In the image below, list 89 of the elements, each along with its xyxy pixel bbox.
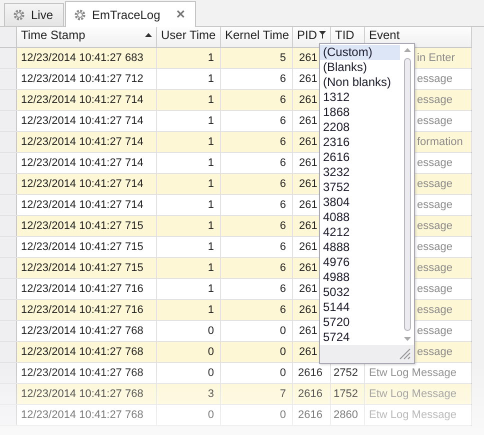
table-cell: 0 (157, 363, 221, 383)
table-cell: 12/23/2014 10:41:27 768 (17, 363, 157, 383)
table-cell: 1 (157, 279, 221, 299)
table-cell: 1 (157, 258, 221, 278)
row-indicator[interactable] (0, 237, 17, 257)
table-cell: 1 (157, 216, 221, 236)
table-cell: 12/23/2014 10:41:27 714 (17, 132, 157, 152)
table-cell: 12/23/2014 10:41:27 714 (17, 195, 157, 215)
gear-icon (13, 9, 25, 21)
table-cell: 12/23/2014 10:41:27 714 (17, 111, 157, 131)
table-cell: 1 (157, 48, 221, 68)
table-cell: 12/23/2014 10:41:27 768 (17, 342, 157, 362)
row-indicator[interactable] (0, 195, 17, 215)
resize-grip-icon[interactable] (399, 348, 411, 360)
row-indicator[interactable] (0, 153, 17, 173)
row-indicator[interactable] (0, 69, 17, 89)
tab[interactable]: Live (4, 3, 64, 26)
row-indicator[interactable] (0, 363, 17, 383)
table-cell: 12/23/2014 10:41:27 712 (17, 69, 157, 89)
table-cell: 3 (157, 384, 221, 404)
close-icon[interactable]: × (176, 6, 186, 23)
table-cell: 1 (157, 132, 221, 152)
table-cell: 0 (157, 405, 221, 425)
table-cell: Etw Log Message (365, 384, 472, 404)
table-cell: 12/23/2014 10:41:27 714 (17, 153, 157, 173)
table-cell: 12/23/2014 10:41:27 715 (17, 258, 157, 278)
table-cell: 6 (221, 258, 293, 278)
table-cell: Etw Log Message (365, 405, 472, 425)
table-cell: 12/23/2014 10:41:27 768 (17, 321, 157, 341)
table-cell: 1 (157, 111, 221, 131)
table-cell: 12/23/2014 10:41:27 683 (17, 48, 157, 68)
row-indicator[interactable] (0, 300, 17, 320)
table-cell: 6 (221, 90, 293, 110)
table-cell: 5 (221, 48, 293, 68)
table-cell: 12/23/2014 10:41:27 715 (17, 216, 157, 236)
table-cell: 1 (157, 195, 221, 215)
table-cell: 12/23/2014 10:41:27 714 (17, 90, 157, 110)
gear-icon (74, 8, 86, 20)
table-cell: 1 (157, 300, 221, 320)
row-indicator[interactable] (0, 90, 17, 110)
row-indicator[interactable] (0, 342, 17, 362)
table-cell: 12/23/2014 10:41:27 715 (17, 237, 157, 257)
table-cell: 6 (221, 132, 293, 152)
table-cell: 1 (157, 90, 221, 110)
table-cell: 0 (221, 342, 293, 362)
table-cell: 0 (157, 321, 221, 341)
row-indicator[interactable] (0, 216, 17, 236)
table-cell: 12/23/2014 10:41:27 768 (17, 384, 157, 404)
row-indicator[interactable] (0, 321, 17, 341)
table-cell: 0 (221, 363, 293, 383)
table-cell: 12/23/2014 10:41:27 716 (17, 300, 157, 320)
table-cell: 0 (221, 405, 293, 425)
table-cell: 7 (221, 384, 293, 404)
table-cell: 6 (221, 153, 293, 173)
row-indicator[interactable] (0, 48, 17, 68)
filter-option[interactable]: (Custom) (320, 45, 400, 60)
table-cell: 12/23/2014 10:41:27 714 (17, 174, 157, 194)
table-cell: 6 (221, 300, 293, 320)
table-cell: 6 (221, 174, 293, 194)
column-header[interactable]: Time Stamp (17, 27, 157, 47)
table-cell: 2616 (293, 405, 331, 425)
row-indicator[interactable] (0, 132, 17, 152)
table-cell: 6 (221, 111, 293, 131)
row-indicator[interactable] (0, 258, 17, 278)
table-cell: 0 (221, 321, 293, 341)
row-indicator[interactable] (0, 279, 17, 299)
table-cell: 6 (221, 216, 293, 236)
table-cell: 12/23/2014 10:41:27 716 (17, 279, 157, 299)
table-cell: 1 (157, 153, 221, 173)
tab[interactable]: EmTraceLog × (65, 1, 196, 27)
table-cell: 2616 (293, 384, 331, 404)
row-indicator[interactable] (0, 384, 17, 404)
row-indicator[interactable] (0, 405, 17, 425)
table-cell: 1752 (331, 384, 365, 404)
table-cell: 12/23/2014 10:41:27 768 (17, 405, 157, 425)
column-header[interactable]: User Time (157, 27, 221, 47)
table-cell: 1 (157, 69, 221, 89)
row-indicator[interactable] (0, 111, 17, 131)
table-cell: 2860 (331, 405, 365, 425)
table-cell: 6 (221, 195, 293, 215)
table-cell: 0 (157, 342, 221, 362)
table-cell: 1 (157, 174, 221, 194)
table-cell: 6 (221, 237, 293, 257)
table-cell: 6 (221, 69, 293, 89)
row-indicator[interactable] (0, 174, 17, 194)
column-header[interactable]: Kernel Time (221, 27, 293, 47)
table-cell: 6 (221, 279, 293, 299)
table-cell: 1 (157, 237, 221, 257)
filter-icon[interactable] (319, 31, 326, 39)
